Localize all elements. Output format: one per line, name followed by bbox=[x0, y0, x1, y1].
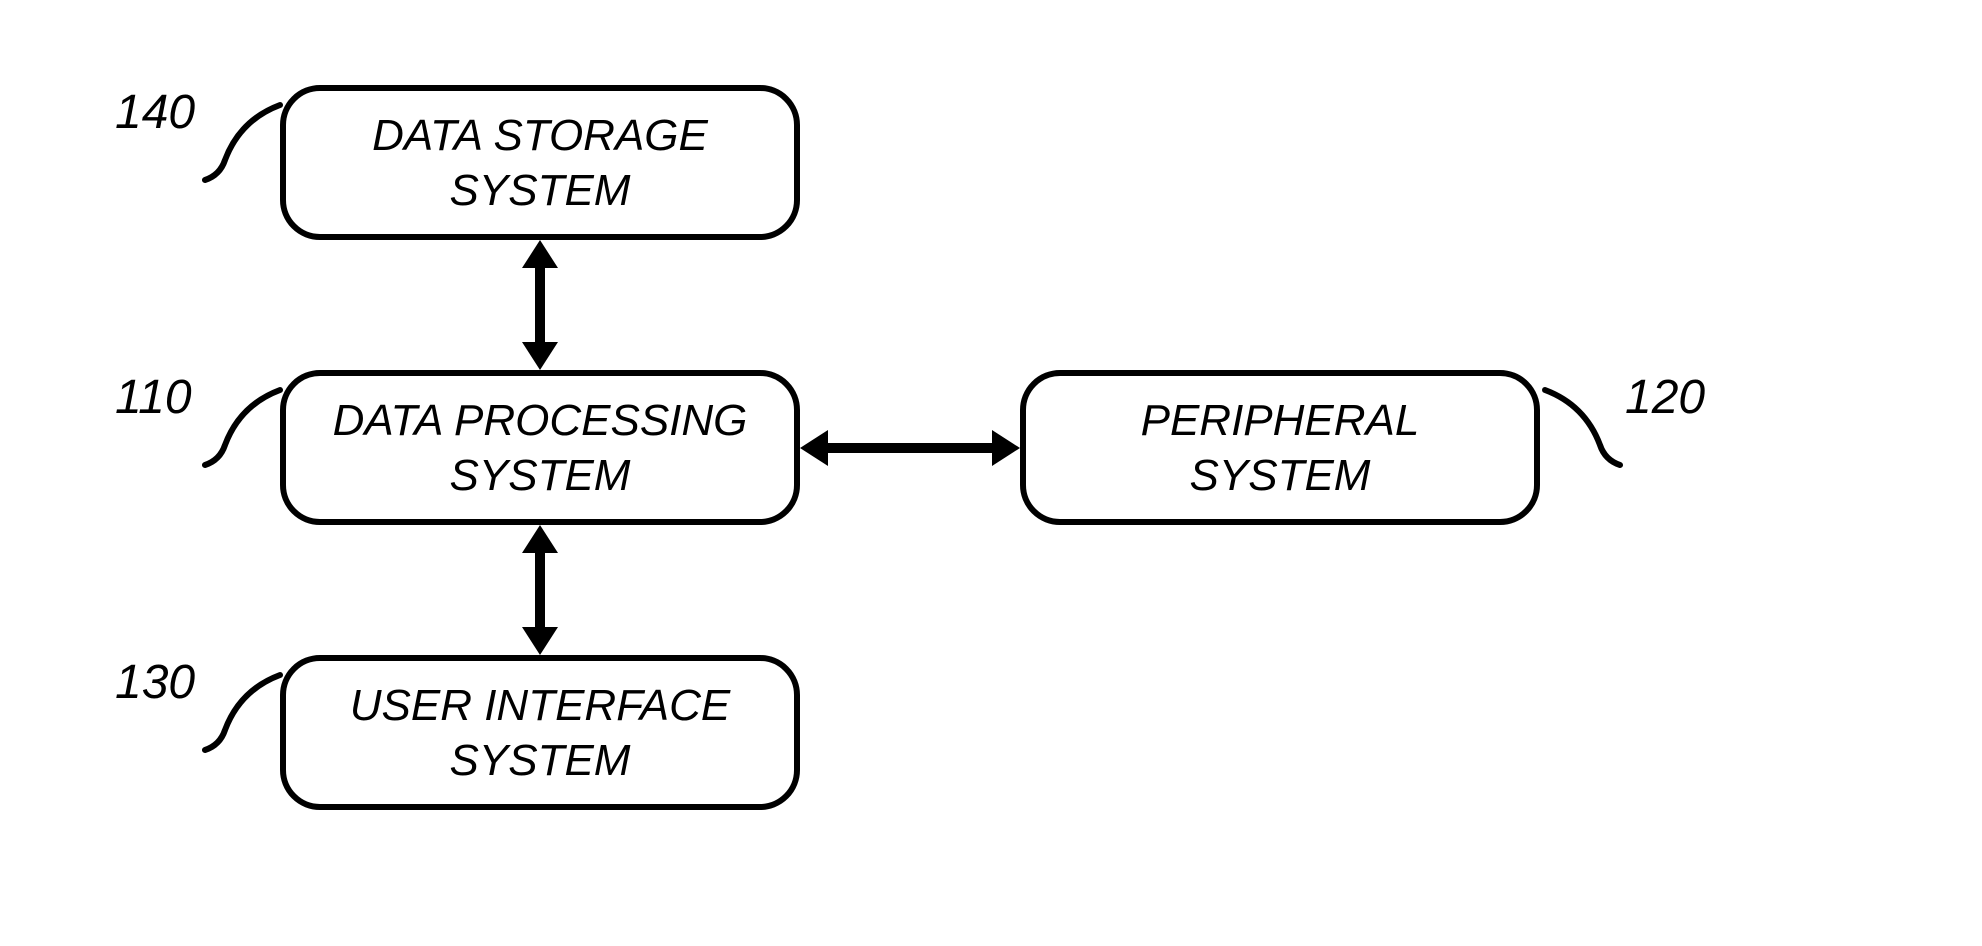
ref-110-tail bbox=[195, 385, 295, 475]
box-peripheral-line2: SYSTEM bbox=[1190, 451, 1371, 500]
box-data-processing-line2: SYSTEM bbox=[450, 451, 631, 500]
box-peripheral-line1: PERIPHERAL bbox=[1141, 396, 1420, 445]
box-data-storage-text: DATA STORAGE SYSTEM bbox=[372, 108, 708, 218]
arrow-processing-peripheral bbox=[800, 418, 1020, 478]
ref-120: 120 bbox=[1625, 370, 1705, 425]
ref-110: 110 bbox=[115, 370, 192, 425]
box-data-storage-line2: SYSTEM bbox=[450, 166, 631, 215]
box-data-processing-text: DATA PROCESSING SYSTEM bbox=[333, 393, 748, 503]
box-user-interface-text: USER INTERFACE SYSTEM bbox=[350, 678, 731, 788]
box-user-interface-line2: SYSTEM bbox=[450, 736, 631, 785]
box-data-processing: DATA PROCESSING SYSTEM bbox=[280, 370, 800, 525]
box-peripheral-text: PERIPHERAL SYSTEM bbox=[1141, 393, 1420, 503]
ref-140-tail bbox=[195, 100, 295, 190]
arrow-storage-processing bbox=[510, 240, 570, 370]
ref-120-tail bbox=[1530, 385, 1630, 475]
box-data-processing-line1: DATA PROCESSING bbox=[333, 396, 748, 445]
ref-140: 140 bbox=[115, 85, 195, 140]
ref-130-tail bbox=[195, 670, 295, 760]
box-data-storage-line1: DATA STORAGE bbox=[372, 111, 708, 160]
system-block-diagram: DATA STORAGE SYSTEM 140 DATA PROCESSING … bbox=[0, 0, 1982, 946]
box-peripheral: PERIPHERAL SYSTEM bbox=[1020, 370, 1540, 525]
arrow-processing-userinterface bbox=[510, 525, 570, 655]
box-data-storage: DATA STORAGE SYSTEM bbox=[280, 85, 800, 240]
box-user-interface-line1: USER INTERFACE bbox=[350, 681, 731, 730]
ref-130: 130 bbox=[115, 655, 195, 710]
box-user-interface: USER INTERFACE SYSTEM bbox=[280, 655, 800, 810]
